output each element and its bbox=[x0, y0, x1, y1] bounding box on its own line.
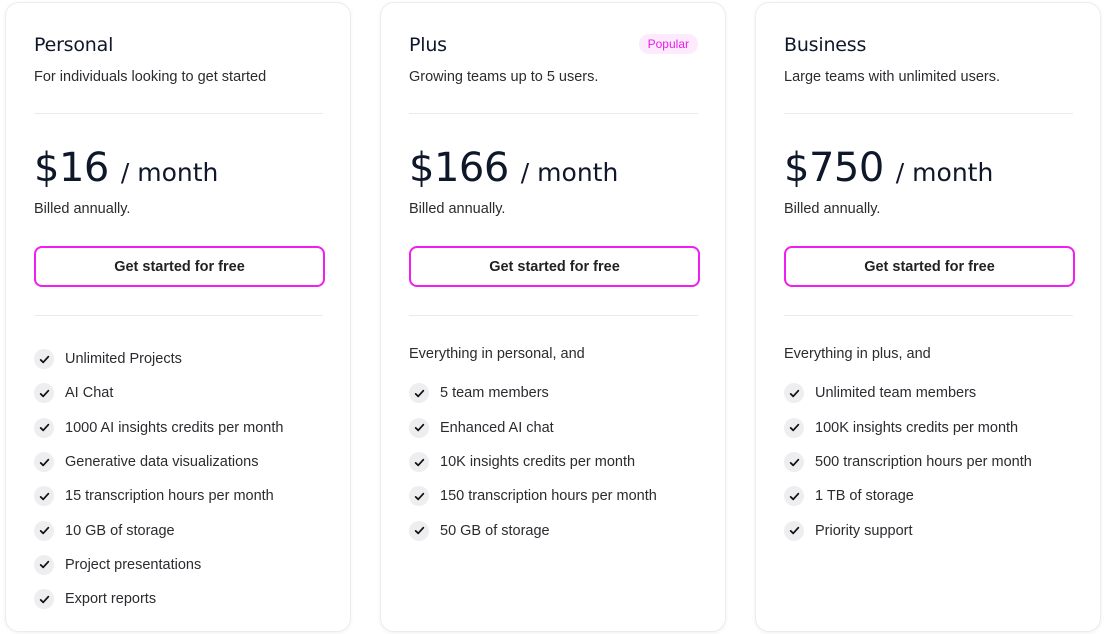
price-amount: $750 bbox=[784, 145, 884, 191]
check-icon bbox=[409, 417, 429, 438]
feature-text: Priority support bbox=[815, 522, 913, 539]
check-icon bbox=[34, 383, 54, 404]
price-block: $166 / month Billed annually. Get started f… bbox=[409, 114, 700, 316]
check-icon bbox=[784, 452, 804, 473]
plan-name: Business bbox=[784, 34, 867, 56]
feature-item: 1000 AI insights credits per month bbox=[34, 411, 323, 445]
feature-text: 1 TB of storage bbox=[815, 488, 914, 505]
feature-item: 10 GB of storage bbox=[34, 513, 323, 547]
plan-description: Large teams with unlimited users. bbox=[784, 69, 1000, 85]
feature-intro: Everything in personal, and bbox=[409, 346, 585, 362]
feature-text: 10 GB of storage bbox=[65, 522, 175, 539]
check-icon bbox=[784, 383, 804, 404]
feature-text: Generative data visualizations bbox=[65, 454, 259, 471]
feature-text: AI Chat bbox=[65, 385, 114, 402]
feature-item: 5 team members bbox=[409, 376, 698, 410]
feature-text: Unlimited team members bbox=[815, 385, 977, 402]
check-icon bbox=[34, 417, 54, 438]
plan-header: Plus Popular Growing teams up to 5 users. bbox=[409, 3, 698, 114]
check-icon bbox=[34, 452, 54, 473]
pricing-plans: Personal For individuals looking to get s… bbox=[0, 0, 1108, 634]
feature-item: Enhanced AI chat bbox=[409, 411, 698, 445]
check-icon bbox=[409, 486, 429, 507]
feature-item: 10K insights credits per month bbox=[409, 445, 698, 479]
price-block: $16 / month Billed annually. Get started fo… bbox=[34, 114, 325, 316]
popular-badge: Popular bbox=[638, 34, 698, 54]
feature-item: AI Chat bbox=[34, 376, 323, 410]
price-amount: $16 bbox=[34, 145, 109, 191]
feature-text: 500 transcription hours per month bbox=[815, 454, 1032, 471]
check-icon bbox=[409, 383, 429, 404]
feature-list: Unlimited Projects AI Chat 1000 AI insight… bbox=[34, 316, 323, 616]
get-started-button[interactable]: Get started for free bbox=[409, 246, 700, 287]
feature-item: 1 TB of storage bbox=[784, 479, 1073, 513]
plan-card-plus: Plus Popular Growing teams up to 5 users. $… bbox=[380, 2, 726, 632]
check-icon bbox=[34, 589, 54, 610]
price: $750 / month bbox=[784, 145, 993, 191]
price: $166 / month bbox=[409, 145, 618, 191]
check-icon bbox=[784, 417, 804, 438]
feature-item: Generative data visualizations bbox=[34, 445, 323, 479]
check-icon bbox=[409, 452, 429, 473]
check-icon bbox=[34, 486, 54, 507]
feature-text: Project presentations bbox=[65, 556, 202, 573]
feature-item: 50 GB of storage bbox=[409, 513, 698, 547]
feature-text: 15 transcription hours per month bbox=[65, 488, 274, 505]
plan-description: For individuals looking to get started bbox=[34, 69, 267, 85]
feature-item: 150 transcription hours per month bbox=[409, 479, 698, 513]
feature-item: 500 transcription hours per month bbox=[784, 445, 1073, 479]
check-icon bbox=[34, 349, 54, 370]
plan-card-business: Business Large teams with unlimited users… bbox=[755, 2, 1101, 632]
price-period: / month bbox=[520, 158, 619, 187]
price-period: / month bbox=[895, 158, 994, 187]
plan-name: Personal bbox=[34, 34, 114, 56]
plan-name: Plus bbox=[409, 34, 447, 56]
get-started-button[interactable]: Get started for free bbox=[784, 246, 1075, 287]
feature-text: 100K insights credits per month bbox=[815, 419, 1019, 436]
price-amount: $166 bbox=[409, 145, 509, 191]
check-icon bbox=[34, 554, 54, 575]
feature-item: Unlimited Projects bbox=[34, 342, 323, 376]
feature-text: 50 GB of storage bbox=[440, 522, 550, 539]
check-icon bbox=[34, 520, 54, 541]
plan-description: Growing teams up to 5 users. bbox=[409, 69, 599, 85]
feature-text: Unlimited Projects bbox=[65, 351, 182, 368]
feature-text: Enhanced AI chat bbox=[440, 419, 554, 436]
feature-text: 150 transcription hours per month bbox=[440, 488, 657, 505]
feature-item: 15 transcription hours per month bbox=[34, 479, 323, 513]
feature-list: Everything in plus, and Unlimited team me… bbox=[784, 316, 1073, 548]
plan-header: Personal For individuals looking to get s… bbox=[34, 3, 323, 114]
plan-header: Business Large teams with unlimited users… bbox=[784, 3, 1073, 114]
get-started-button[interactable]: Get started for free bbox=[34, 246, 325, 287]
plan-card-personal: Personal For individuals looking to get s… bbox=[5, 2, 351, 632]
feature-intro: Everything in plus, and bbox=[784, 346, 931, 362]
price-block: $750 / month Billed annually. Get started f… bbox=[784, 114, 1075, 316]
feature-list: Everything in personal, and 5 team member… bbox=[409, 316, 698, 548]
feature-item: Unlimited team members bbox=[784, 376, 1073, 410]
feature-item: Priority support bbox=[784, 513, 1073, 547]
feature-text: Export reports bbox=[65, 591, 157, 608]
feature-text: 1000 AI insights credits per month bbox=[65, 419, 284, 436]
check-icon bbox=[409, 520, 429, 541]
price-period: / month bbox=[120, 158, 219, 187]
billing-note: Billed annually. bbox=[34, 201, 131, 217]
check-icon bbox=[784, 520, 804, 541]
check-icon bbox=[784, 486, 804, 507]
feature-text: 10K insights credits per month bbox=[440, 454, 636, 471]
price: $16 / month bbox=[34, 145, 218, 191]
feature-item: 100K insights credits per month bbox=[784, 411, 1073, 445]
billing-note: Billed annually. bbox=[409, 201, 506, 217]
feature-item: Project presentations bbox=[34, 548, 323, 582]
feature-text: 5 team members bbox=[440, 385, 549, 402]
billing-note: Billed annually. bbox=[784, 201, 881, 217]
feature-item: Export reports bbox=[34, 582, 323, 616]
